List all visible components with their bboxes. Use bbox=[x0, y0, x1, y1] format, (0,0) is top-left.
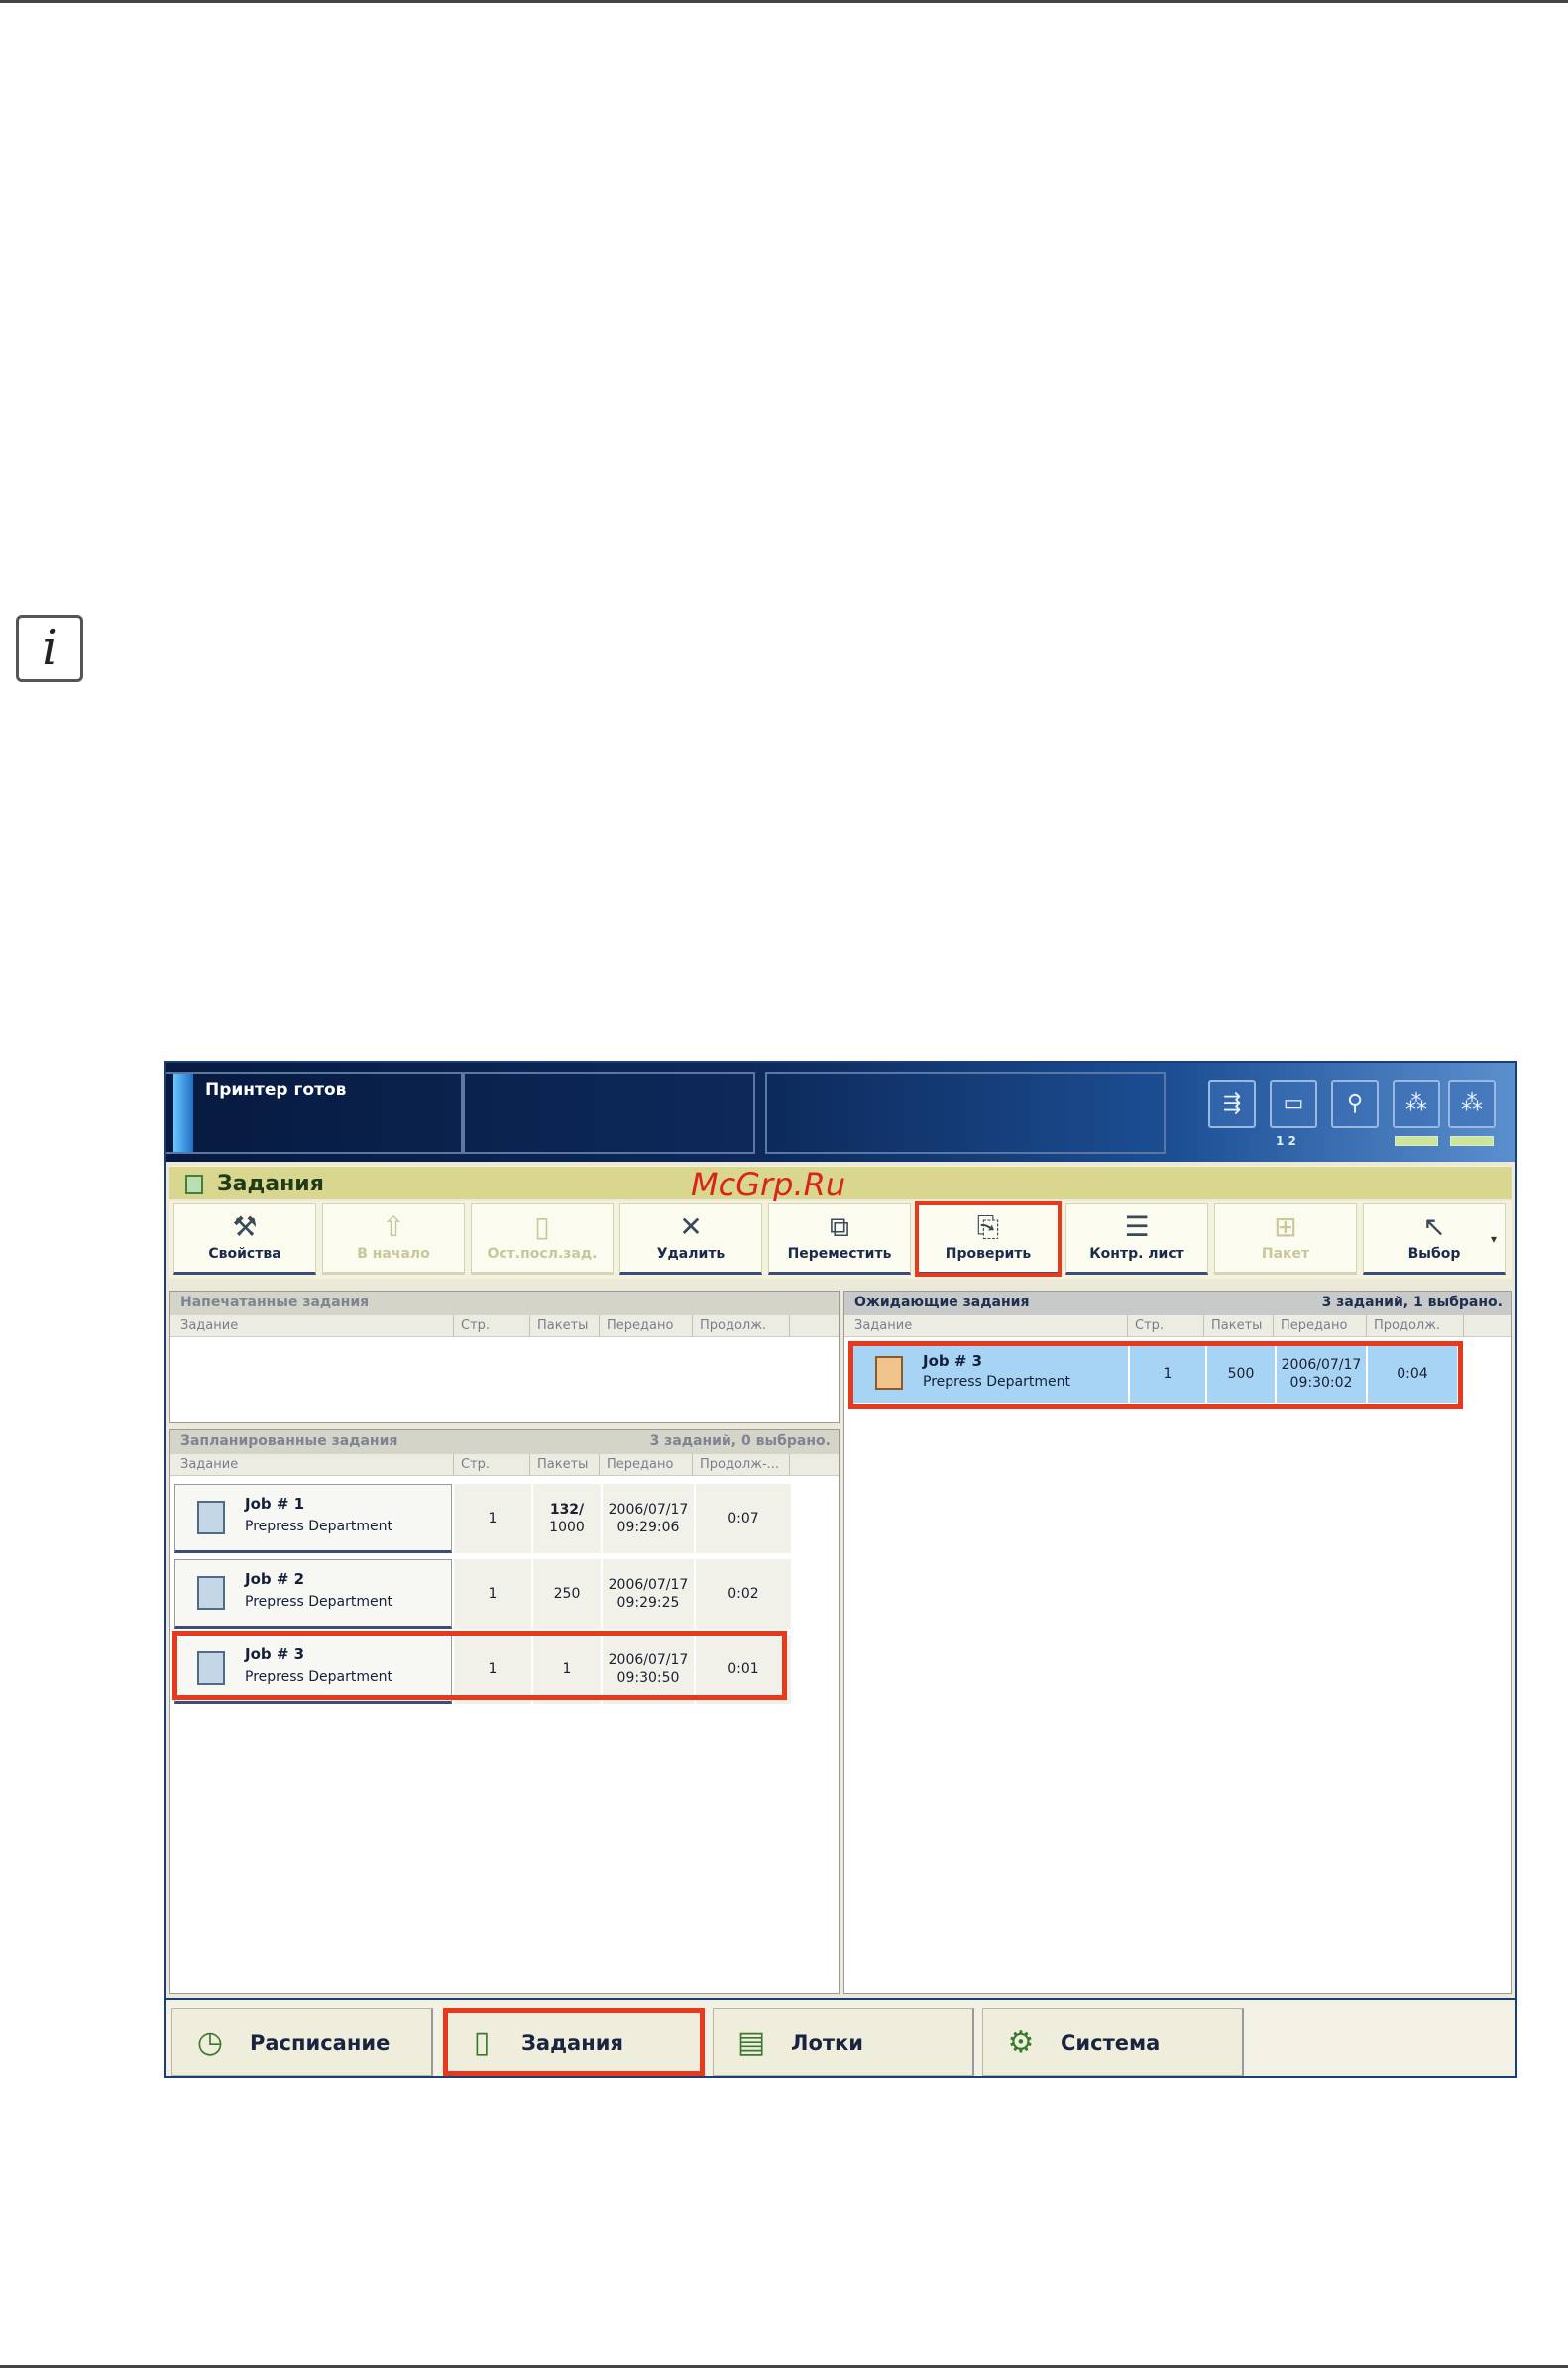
scheduled-jobs-count: 3 заданий, 0 выбрано. bbox=[649, 1433, 831, 1449]
wrench-icon[interactable]: ⚲ bbox=[1331, 1080, 1379, 1128]
select-button[interactable]: ↖ Выбор ▾ bbox=[1363, 1203, 1506, 1275]
batch-icon: ⊞ bbox=[1274, 1210, 1297, 1243]
properties-icon: ⚒ bbox=[232, 1210, 258, 1243]
waiting-jobs-title: Ожидающие задания bbox=[854, 1295, 1030, 1310]
tray-numbers: 1 2 bbox=[1276, 1134, 1296, 1148]
proof-icon: ⎘ bbox=[976, 1210, 1000, 1243]
submitted-cell: 2006/07/17 09:29:25 bbox=[603, 1559, 694, 1629]
arrow-up-icon: ⇧ bbox=[382, 1210, 405, 1243]
control-sheet-icon: ☰ bbox=[1124, 1210, 1150, 1243]
table-row[interactable]: Job # 1 Prepress Department 1 132/ 1000 … bbox=[174, 1484, 791, 1553]
waiting-jobs-count: 3 заданий, 1 выбрано. bbox=[1321, 1295, 1503, 1310]
job-name-cell[interactable]: Job # 1 Prepress Department bbox=[174, 1484, 452, 1553]
printer-status-text: Принтер готов bbox=[205, 1080, 347, 1100]
waiting-jobs-header: Ожидающие задания 3 заданий, 1 выбрано. bbox=[844, 1292, 1511, 1315]
tab-system[interactable]: ⚙ Система bbox=[982, 2008, 1244, 2076]
app-window: Принтер готов ⇶ ▭ ⚲ ⁂ ⁂ 1 2 Задания McGr… bbox=[164, 1061, 1517, 2078]
clock-icon: ◷ bbox=[196, 2025, 224, 2060]
table-row[interactable]: Job # 2 Prepress Department 1 250 2006/0… bbox=[174, 1559, 791, 1629]
highlight-box-waiting-job bbox=[848, 1341, 1463, 1409]
stop-after-icon: ▯ bbox=[534, 1210, 550, 1243]
bottom-rule bbox=[0, 2365, 1568, 2368]
move-button[interactable]: ⧉ Переместить bbox=[768, 1203, 911, 1275]
printed-jobs-columns: Задание Стр. Пакеты Передано Продолж. bbox=[170, 1315, 839, 1337]
top-rule bbox=[0, 0, 1568, 3]
to-top-button[interactable]: ⇧ В начало bbox=[322, 1203, 465, 1275]
delivery-icon[interactable]: ⇶ bbox=[1208, 1080, 1256, 1128]
scheduled-jobs-title: Запланированные задания bbox=[180, 1433, 398, 1449]
proof-button[interactable]: ⎘ Проверить bbox=[915, 1201, 1062, 1277]
toner-icon-1[interactable]: ⁂ bbox=[1393, 1080, 1440, 1128]
properties-button[interactable]: ⚒ Свойства bbox=[173, 1203, 316, 1275]
tab-trays[interactable]: ▤ Лотки bbox=[713, 2008, 974, 2076]
sets-cell: 132/ 1000 bbox=[533, 1484, 601, 1553]
highlight-box-scheduled-job bbox=[172, 1631, 787, 1700]
job-document-icon bbox=[197, 1576, 225, 1610]
printed-jobs-pane: Напечатанные задания Задание Стр. Пакеты… bbox=[169, 1291, 840, 1423]
job-name-cell[interactable]: Job # 2 Prepress Department bbox=[174, 1559, 452, 1629]
waiting-jobs-columns: Задание Стр. Пакеты Передано Продолж. bbox=[844, 1315, 1511, 1337]
printing-job-icon bbox=[197, 1501, 225, 1534]
printed-jobs-title: Напечатанные задания bbox=[170, 1292, 839, 1315]
tray-icon[interactable]: ▭ bbox=[1270, 1080, 1317, 1128]
toner-level-bar-2 bbox=[1450, 1136, 1494, 1146]
watermark-text: McGrp.Ru bbox=[691, 1166, 846, 1203]
main-tabs: ◷ Расписание ▯ Задания ▤ Лотки ⚙ Система bbox=[166, 1998, 1515, 2076]
jobs-title-text: Задания bbox=[217, 1172, 324, 1196]
toner-level-bar-1 bbox=[1395, 1136, 1438, 1146]
status-bar: Принтер готов ⇶ ▭ ⚲ ⁂ ⁂ 1 2 bbox=[166, 1063, 1515, 1162]
jobs-toolbar: ⚒ Свойства ⇧ В начало ▯ Ост.посл.зад. ✕ … bbox=[169, 1201, 1512, 1279]
tray-stack-icon: ▤ bbox=[736, 2025, 766, 2060]
jobs-title-icon bbox=[185, 1175, 203, 1194]
delete-button[interactable]: ✕ Удалить bbox=[619, 1203, 762, 1275]
dropdown-caret-icon: ▾ bbox=[1490, 1232, 1497, 1246]
delete-x-icon: ✕ bbox=[679, 1210, 703, 1243]
scheduled-jobs-pane: Запланированные задания 3 заданий, 0 выб… bbox=[169, 1429, 840, 1994]
tab-schedule[interactable]: ◷ Расписание bbox=[171, 2008, 433, 2076]
batch-button[interactable]: ⊞ Пакет bbox=[1214, 1203, 1357, 1275]
submitted-cell: 2006/07/17 09:29:06 bbox=[603, 1484, 694, 1553]
info-icon: i bbox=[16, 615, 83, 682]
control-sheet-button[interactable]: ☰ Контр. лист bbox=[1065, 1203, 1208, 1275]
move-icon: ⧉ bbox=[830, 1210, 849, 1243]
gears-icon: ⚙ bbox=[1007, 2025, 1035, 2060]
waiting-jobs-pane: Ожидающие задания 3 заданий, 1 выбрано. … bbox=[843, 1291, 1512, 1994]
tab-jobs[interactable]: ▯ Задания bbox=[443, 2008, 705, 2076]
cursor-icon: ↖ bbox=[1422, 1210, 1446, 1243]
toner-icon-2[interactable]: ⁂ bbox=[1448, 1080, 1496, 1128]
jobs-document-icon: ▯ bbox=[473, 2025, 491, 2060]
stop-after-job-button[interactable]: ▯ Ост.посл.зад. bbox=[471, 1203, 614, 1275]
scheduled-jobs-header: Запланированные задания 3 заданий, 0 выб… bbox=[170, 1430, 839, 1454]
scheduled-jobs-columns: Задание Стр. Пакеты Передано Продолж-... bbox=[170, 1454, 839, 1476]
